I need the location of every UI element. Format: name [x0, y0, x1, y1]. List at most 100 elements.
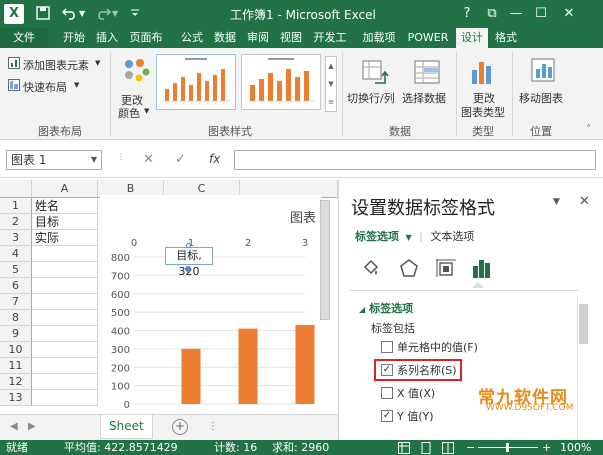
sheet-tab[interactable]: Sheet: [100, 415, 153, 439]
fill-line-icon[interactable]: [361, 258, 381, 281]
selected-data-label[interactable]: 目标, 320: [165, 247, 213, 278]
cell[interactable]: [32, 374, 98, 390]
chart-scrollbar[interactable]: [318, 198, 332, 408]
section-label-options[interactable]: ◢ 标签选项: [359, 300, 413, 316]
cell-a1[interactable]: 姓名: [32, 198, 98, 214]
zoom-slider-thumb[interactable]: [506, 443, 509, 452]
row-header[interactable]: 11: [0, 358, 32, 374]
switch-row-column-button[interactable]: 切换行/列: [347, 90, 395, 106]
sheet-nav-next[interactable]: ▶: [28, 421, 36, 432]
row-header[interactable]: 4: [0, 246, 32, 262]
tab-home[interactable]: 开始: [58, 28, 90, 48]
chart-style-thumbnail-2[interactable]: [241, 54, 321, 110]
formula-bar-options-icon[interactable]: ⋮: [117, 152, 125, 161]
close-button[interactable]: ✕: [556, 4, 582, 24]
sheet-options-icon[interactable]: ⋮: [208, 421, 218, 432]
row-header[interactable]: 13: [0, 390, 32, 406]
row-header[interactable]: 1: [0, 198, 32, 214]
row-header[interactable]: 8: [0, 310, 32, 326]
cell[interactable]: [32, 310, 98, 326]
tab-developer[interactable]: 开发工: [308, 28, 352, 48]
row-header[interactable]: 12: [0, 374, 32, 390]
column-header[interactable]: A: [32, 180, 98, 198]
save-icon[interactable]: [36, 6, 50, 25]
tab-text-options[interactable]: 文本选项: [430, 230, 474, 243]
customize-toolbar-icon[interactable]: [130, 6, 140, 25]
option-x-value[interactable]: X 值(X): [381, 385, 435, 403]
tab-format[interactable]: 格式: [490, 28, 522, 48]
row-header[interactable]: 9: [0, 326, 32, 342]
option-value-from-cells[interactable]: 单元格中的值(F): [381, 339, 478, 357]
tab-insert[interactable]: 插入: [91, 28, 123, 48]
pane-scroll-thumb[interactable]: [579, 304, 588, 344]
select-data-button[interactable]: 选择数据: [402, 90, 446, 106]
cancel-button[interactable]: ✕: [143, 152, 154, 167]
redo-dropdown-icon[interactable]: ▼: [112, 6, 118, 22]
add-chart-element-button[interactable]: 添加图表元素: [23, 57, 89, 73]
tab-review[interactable]: 审阅: [242, 28, 274, 48]
pane-close-button[interactable]: ✕: [579, 194, 590, 209]
change-colors-dropdown-icon[interactable]: ▼: [144, 107, 149, 115]
scrollbar-thumb[interactable]: [320, 200, 330, 320]
cell[interactable]: [32, 342, 98, 358]
row-header[interactable]: 10: [0, 342, 32, 358]
sheet-nav-prev[interactable]: ◀: [10, 421, 18, 432]
row-header[interactable]: 6: [0, 278, 32, 294]
zoom-in-button[interactable]: +: [542, 440, 551, 455]
undo-icon[interactable]: [61, 6, 78, 25]
add-sheet-button[interactable]: +: [172, 419, 188, 435]
name-box-dropdown-icon[interactable]: ▼: [91, 151, 97, 169]
chart-style-thumbnail-1[interactable]: [156, 54, 236, 110]
tab-formulas[interactable]: 公式: [176, 28, 208, 48]
row-header[interactable]: 3: [0, 230, 32, 246]
quick-layout-dropdown-icon[interactable]: ▼: [74, 81, 79, 89]
row-header[interactable]: 5: [0, 262, 32, 278]
tab-design[interactable]: 设计: [456, 28, 488, 48]
cell[interactable]: [32, 326, 98, 342]
minimize-button[interactable]: —: [503, 4, 529, 24]
cell[interactable]: [32, 294, 98, 310]
insert-function-button[interactable]: fx: [209, 152, 220, 166]
cell-a3[interactable]: 实际: [32, 230, 98, 246]
tab-label-options[interactable]: 标签选项: [355, 230, 399, 243]
enter-button[interactable]: ✓: [175, 152, 186, 167]
cell[interactable]: [32, 246, 98, 262]
tab-page-layout[interactable]: 页面布: [124, 28, 168, 48]
label-options-chart-icon[interactable]: [471, 256, 493, 283]
chart-styles-scroll[interactable]: ▲ ▼ ≡: [325, 56, 337, 112]
page-layout-view-icon[interactable]: [420, 440, 432, 455]
chart-area[interactable]: 图表 800 700 600 500 400 300 200 100 0 0 1 2 3: [100, 195, 322, 414]
cell[interactable]: [32, 358, 98, 374]
checkbox[interactable]: [381, 387, 393, 399]
ribbon-display-button[interactable]: ⧉: [479, 4, 505, 24]
redo-icon[interactable]: [95, 6, 112, 25]
cell[interactable]: [32, 278, 98, 294]
maximize-button[interactable]: ☐: [528, 4, 554, 24]
label-anchor-handle[interactable]: [185, 266, 191, 272]
tab-power[interactable]: POWER: [403, 28, 453, 48]
row-header[interactable]: 2: [0, 214, 32, 230]
tab-addins[interactable]: 加载项: [357, 28, 401, 48]
undo-dropdown-icon[interactable]: ▼: [79, 6, 85, 22]
quick-layout-button[interactable]: 快速布局: [23, 79, 67, 95]
row-header[interactable]: 7: [0, 294, 32, 310]
excel-app-icon[interactable]: X: [4, 4, 24, 24]
select-all-corner[interactable]: [0, 180, 32, 198]
size-properties-icon[interactable]: [435, 258, 457, 281]
checkbox[interactable]: [381, 341, 393, 353]
formula-input[interactable]: [234, 150, 596, 170]
collapse-ribbon-icon[interactable]: ˄: [586, 124, 591, 135]
chart-title[interactable]: 图表: [290, 211, 316, 226]
tab-view[interactable]: 视图: [275, 28, 307, 48]
cell[interactable]: [32, 262, 98, 278]
label-handle[interactable]: [186, 243, 191, 248]
name-box[interactable]: 图表 1 ▼: [6, 150, 102, 170]
zoom-out-button[interactable]: −: [466, 440, 475, 455]
checkbox-checked[interactable]: ✓: [381, 410, 393, 422]
cell[interactable]: [32, 390, 98, 406]
effects-icon[interactable]: [399, 258, 419, 281]
tab-file[interactable]: 文件: [0, 28, 48, 48]
page-break-view-icon[interactable]: [442, 440, 454, 455]
move-chart-button[interactable]: 移动图表: [519, 90, 563, 106]
pane-scrollbar[interactable]: [577, 298, 589, 438]
